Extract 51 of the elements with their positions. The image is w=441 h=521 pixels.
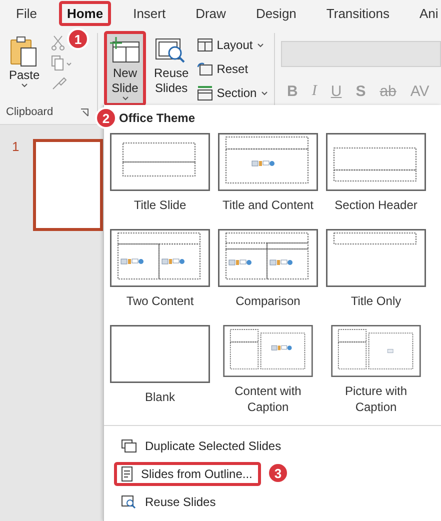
ribbon-button[interactable]: Layout bbox=[196, 35, 268, 55]
reset-icon bbox=[196, 62, 213, 76]
menu-tab[interactable]: Design bbox=[248, 1, 304, 26]
menu-item[interactable]: Reuse Slides bbox=[114, 490, 225, 514]
font-field[interactable] bbox=[281, 41, 441, 67]
caret-icon bbox=[20, 83, 28, 88]
scissors-icon[interactable] bbox=[50, 35, 65, 51]
layout-thumbnail[interactable] bbox=[110, 133, 210, 191]
reuse-slides-button[interactable]: Reuse Slides bbox=[149, 31, 194, 106]
menu-tab[interactable]: Transitions bbox=[318, 1, 398, 26]
layout-label: Picture with Caption bbox=[344, 383, 408, 415]
step-badge: 1 bbox=[67, 28, 89, 50]
layout-label: Two Content bbox=[125, 293, 195, 309]
ribbon-button[interactable]: Section bbox=[196, 83, 268, 103]
menu-tab[interactable]: Home bbox=[58, 1, 112, 26]
menu-tab[interactable]: File bbox=[8, 1, 45, 26]
layout-thumbnail[interactable] bbox=[218, 133, 318, 191]
layout-thumbnail[interactable] bbox=[326, 229, 426, 287]
layout-thumbnail[interactable] bbox=[110, 229, 210, 287]
layout-label: Title Slide bbox=[132, 197, 188, 213]
format-painter-icon[interactable] bbox=[50, 75, 67, 91]
slide-thumbnail[interactable] bbox=[33, 139, 103, 231]
reuse-slides-icon bbox=[121, 494, 137, 510]
section-icon bbox=[196, 86, 213, 100]
caret-icon bbox=[122, 96, 128, 101]
layout-label: Title Only bbox=[350, 293, 402, 309]
document-icon bbox=[121, 466, 133, 482]
layout-label: Content with Caption bbox=[234, 383, 302, 415]
layout-icon bbox=[196, 38, 213, 52]
menu-tab[interactable]: Ani bbox=[412, 1, 441, 26]
layout-label: Section Header bbox=[334, 197, 418, 213]
copy-icon[interactable] bbox=[50, 55, 73, 71]
group-label: Clipboard bbox=[6, 106, 54, 118]
menu-heading: Office Theme bbox=[119, 111, 196, 125]
dialog-launcher-icon[interactable] bbox=[80, 108, 89, 116]
menu-tab[interactable]: Draw bbox=[188, 1, 234, 26]
layout-thumbnail[interactable] bbox=[218, 229, 318, 287]
clipboard-icon bbox=[9, 36, 40, 68]
slide-number: 1 bbox=[12, 139, 20, 154]
layout-thumbnail[interactable] bbox=[326, 133, 426, 191]
layout-label: Title and Content bbox=[222, 197, 314, 213]
layout-thumbnail[interactable] bbox=[110, 325, 210, 383]
layout-label: Comparison bbox=[234, 293, 302, 309]
menu-item[interactable]: Slides from Outline... bbox=[114, 462, 262, 486]
layout-label: Blank bbox=[144, 389, 176, 405]
menu-item[interactable]: Duplicate Selected Slides bbox=[114, 434, 290, 458]
new-slide-button[interactable]: New Slide bbox=[104, 31, 146, 106]
ribbon-button[interactable]: Reset bbox=[196, 59, 268, 79]
paste-button[interactable]: Paste bbox=[4, 31, 45, 93]
duplicate-slides-icon bbox=[121, 439, 137, 453]
menu-tab[interactable]: Insert bbox=[125, 1, 174, 26]
